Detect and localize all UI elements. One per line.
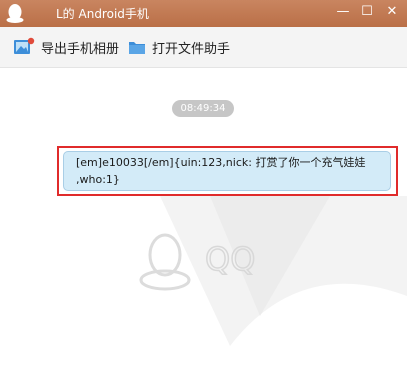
folder-icon <box>129 42 145 54</box>
export-album-label: 导出手机相册 <box>41 41 120 57</box>
message-timestamp: 08:49:34 <box>172 100 234 117</box>
maximize-icon[interactable]: ☐ <box>355 0 379 24</box>
message-line-1: [em]e10033[/em]{uin:123,nick: 打赏了你一个充气娃娃 <box>76 156 366 169</box>
window-title: L的 Android手机 <box>56 7 149 21</box>
message-bubble[interactable]: [em]e10033[/em]{uin:123,nick: 打赏了你一个充气娃娃… <box>63 151 391 191</box>
watermark-text: QQ <box>205 240 255 278</box>
export-album-icon <box>14 37 35 54</box>
qq-watermark: QQ <box>139 233 256 291</box>
open-file-helper-label: 打开文件助手 <box>152 41 231 57</box>
message-line-2: ,who:1} <box>76 173 120 186</box>
export-album-button[interactable]: 导出手机相册 <box>13 36 119 58</box>
toolbar: 导出手机相册 打开文件助手 <box>0 27 407 68</box>
title-bar[interactable]: L的 Android手机 — ☐ ✕ <box>0 0 407 27</box>
minimize-icon[interactable]: — <box>331 0 355 24</box>
close-icon[interactable]: ✕ <box>380 0 404 24</box>
qq-penguin-icon <box>6 4 24 23</box>
open-file-helper-button[interactable]: 打开文件助手 <box>128 36 230 58</box>
